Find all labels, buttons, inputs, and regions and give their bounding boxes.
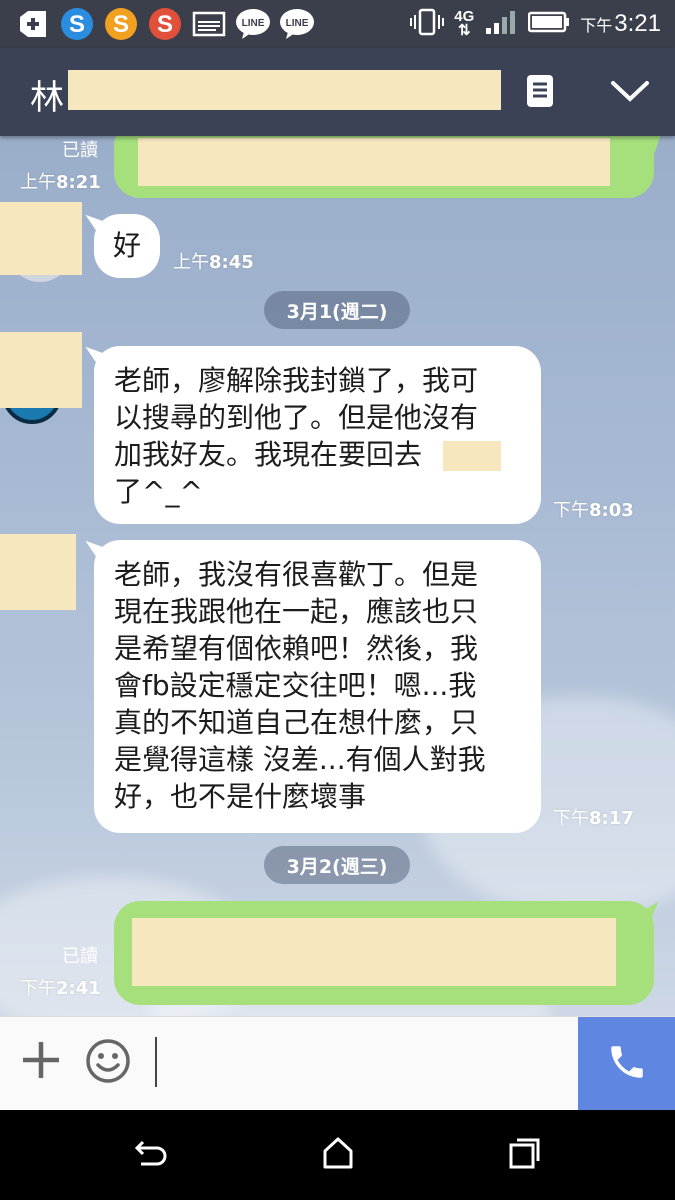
message-time: 下午2:41 — [20, 978, 101, 999]
message-bubble-incoming[interactable]: 好 — [94, 214, 160, 278]
back-icon — [133, 1138, 169, 1172]
call-button[interactable] — [578, 1017, 675, 1111]
message-line: 老師，我沒有很喜歡丁。但是 — [114, 558, 479, 591]
input-bar — [0, 1016, 675, 1111]
avatar-redaction[interactable] — [0, 534, 76, 610]
phone-icon — [606, 1041, 648, 1087]
add-button[interactable] — [18, 1039, 64, 1085]
emoji-button[interactable] — [84, 1039, 132, 1087]
signal-icon — [484, 8, 518, 40]
navigation-bar — [0, 1110, 675, 1200]
back-button[interactable] — [126, 1132, 176, 1178]
svg-text:S: S — [69, 11, 85, 38]
message-time: 上午8:45 — [173, 252, 254, 273]
home-icon — [321, 1136, 355, 1174]
avatar-redaction — [0, 202, 82, 275]
message-bubble-incoming[interactable]: 老師，廖解除我封鎖了，我可 以搜尋的到他了。但是他沒有 加我好友。我現在要回去 … — [94, 346, 541, 524]
chat-title: 林 — [30, 78, 64, 118]
message-line: 以搜尋的到他了。但是他沒有 — [114, 401, 479, 434]
recents-button[interactable] — [500, 1132, 550, 1178]
chat-area[interactable]: 已讀 上午8:21 好 上午8:45 3月1(週二) 老師，廖解除我封鎖了，我可… — [0, 136, 675, 1016]
network-4g-icon: 4G ⇅ — [454, 8, 475, 39]
add-box-icon — [14, 6, 52, 42]
vibrate-icon — [410, 7, 445, 41]
note-list-button[interactable] — [517, 70, 563, 116]
message-line: 現在我跟他在一起，應該也只 — [114, 595, 479, 628]
image-icon — [190, 6, 228, 42]
collapse-button[interactable] — [607, 70, 653, 116]
home-button[interactable] — [313, 1132, 363, 1178]
battery-icon — [528, 10, 570, 38]
svg-text:LINE: LINE — [286, 18, 309, 29]
svg-text:S: S — [157, 11, 173, 38]
message-line: 好，也不是什麼壞事 — [114, 780, 367, 813]
system-status: 4G ⇅ 下午3:21 — [410, 6, 661, 42]
emoji-icon — [85, 1038, 131, 1088]
chat-header: 林 — [0, 48, 675, 136]
plus-icon — [21, 1040, 61, 1084]
date-separator: 3月2(週三) — [264, 846, 410, 884]
message-line: 會fb設定穩定交往吧！嗯...我 — [114, 669, 477, 702]
clock: 下午3:21 — [580, 10, 661, 37]
message-input[interactable] — [155, 1037, 157, 1087]
message-line: 了^_^ — [114, 475, 203, 508]
message-line: 真的不知道自己在想什麼，只 — [114, 706, 479, 739]
line-icon: LINE — [234, 6, 272, 42]
redaction-block — [68, 70, 501, 110]
s-app-orange-icon: S — [102, 6, 140, 42]
redaction-block — [138, 138, 610, 186]
read-receipt: 已讀 — [62, 140, 98, 161]
notification-icons: S S S LINE LINE — [14, 6, 316, 42]
line-icon: LINE — [278, 6, 316, 42]
message-line: 是覺得這樣 沒差...有個人對我 — [114, 743, 486, 776]
chevron-down-icon — [610, 79, 650, 107]
s-app-blue-icon: S — [58, 6, 96, 42]
redaction-block — [443, 441, 501, 471]
message-line: 老師，廖解除我封鎖了，我可 — [114, 364, 479, 397]
note-list-icon — [526, 74, 554, 112]
message-text: 好 — [113, 229, 142, 262]
redaction-block — [132, 918, 616, 986]
message-time: 下午8:17 — [553, 808, 634, 829]
s-app-red-icon: S — [146, 6, 184, 42]
date-separator: 3月1(週二) — [264, 291, 410, 329]
message-time: 上午8:21 — [20, 172, 101, 193]
svg-text:S: S — [113, 11, 129, 38]
read-receipt: 已讀 — [62, 946, 98, 967]
status-bar: S S S LINE LINE 4G ⇅ 下午3:21 — [0, 0, 675, 48]
svg-text:LINE: LINE — [242, 18, 265, 29]
message-bubble-incoming[interactable]: 老師，我沒有很喜歡丁。但是 現在我跟他在一起，應該也只 是希望有個依賴吧！然後，… — [94, 540, 541, 833]
avatar-redaction — [0, 332, 82, 408]
message-line: 是希望有個依賴吧！然後，我 — [114, 632, 479, 665]
message-time: 下午8:03 — [553, 500, 634, 521]
recents-icon — [508, 1136, 542, 1174]
